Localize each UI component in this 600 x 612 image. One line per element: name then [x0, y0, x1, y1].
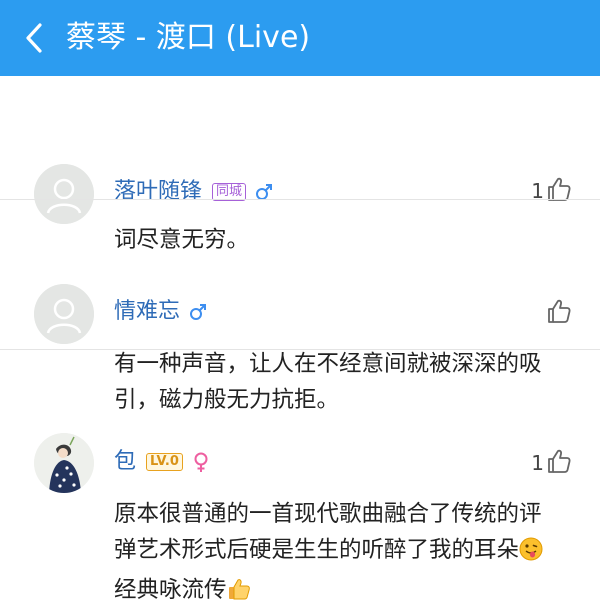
back-arrow-icon[interactable]	[18, 22, 50, 54]
female-icon	[191, 451, 211, 473]
level-badge: LV.0	[146, 453, 183, 471]
thumbs-up-icon	[548, 299, 571, 323]
tongue-out-emoji	[519, 536, 543, 572]
comment-text: 词尽意无穷。	[114, 227, 250, 253]
avatar[interactable]	[34, 284, 94, 344]
comment-text-line: 弹艺术形式后硬是生生的听醉了我的耳朵	[114, 532, 574, 572]
like-button[interactable]: 1	[531, 448, 572, 474]
comment-text-line: 经典咏流传	[114, 572, 574, 612]
comment-text-segment: 弹艺术形式后硬是生生的听醉了我的耳朵	[114, 537, 520, 563]
avatar[interactable]	[34, 433, 94, 493]
like-button[interactable]	[544, 298, 572, 324]
username[interactable]: 包	[114, 447, 136, 477]
divider	[0, 349, 600, 350]
comment-text: 有一种声音，让人在不经意间就被深深的吸 引，磁力般无力抗拒。	[114, 346, 574, 418]
thumbs-up-emoji	[227, 576, 251, 612]
page-title: 蔡琴 - 渡口 (Live)	[66, 20, 311, 55]
default-avatar-icon	[34, 164, 94, 224]
default-avatar-icon	[34, 284, 94, 344]
username[interactable]: 落叶随锋	[114, 177, 202, 207]
name-row: 落叶随锋 同城	[114, 177, 274, 207]
like-count: 1	[531, 451, 544, 475]
comment-text-line: 有一种声音，让人在不经意间就被深深的吸	[114, 351, 542, 377]
divider	[0, 199, 600, 200]
name-row: 情难忘	[114, 297, 208, 327]
illustrated-avatar-icon	[34, 433, 94, 493]
comment-text-line: 引，磁力般无力抗拒。	[114, 387, 340, 413]
comment-text-segment: 经典咏流传	[114, 577, 227, 603]
username[interactable]: 情难忘	[114, 297, 180, 327]
top-bar: 蔡琴 - 渡口 (Live)	[0, 0, 600, 76]
name-row: 包 LV.0	[114, 447, 211, 477]
male-icon	[188, 302, 208, 322]
thumbs-up-icon	[548, 449, 571, 473]
avatar[interactable]	[34, 164, 94, 224]
comment-text: 原本很普通的一首现代歌曲融合了传统的评 弹艺术形式后硬是生生的听醉了我的耳朵 经…	[114, 496, 574, 612]
comment-text-line: 原本很普通的一首现代歌曲融合了传统的评	[114, 501, 542, 527]
